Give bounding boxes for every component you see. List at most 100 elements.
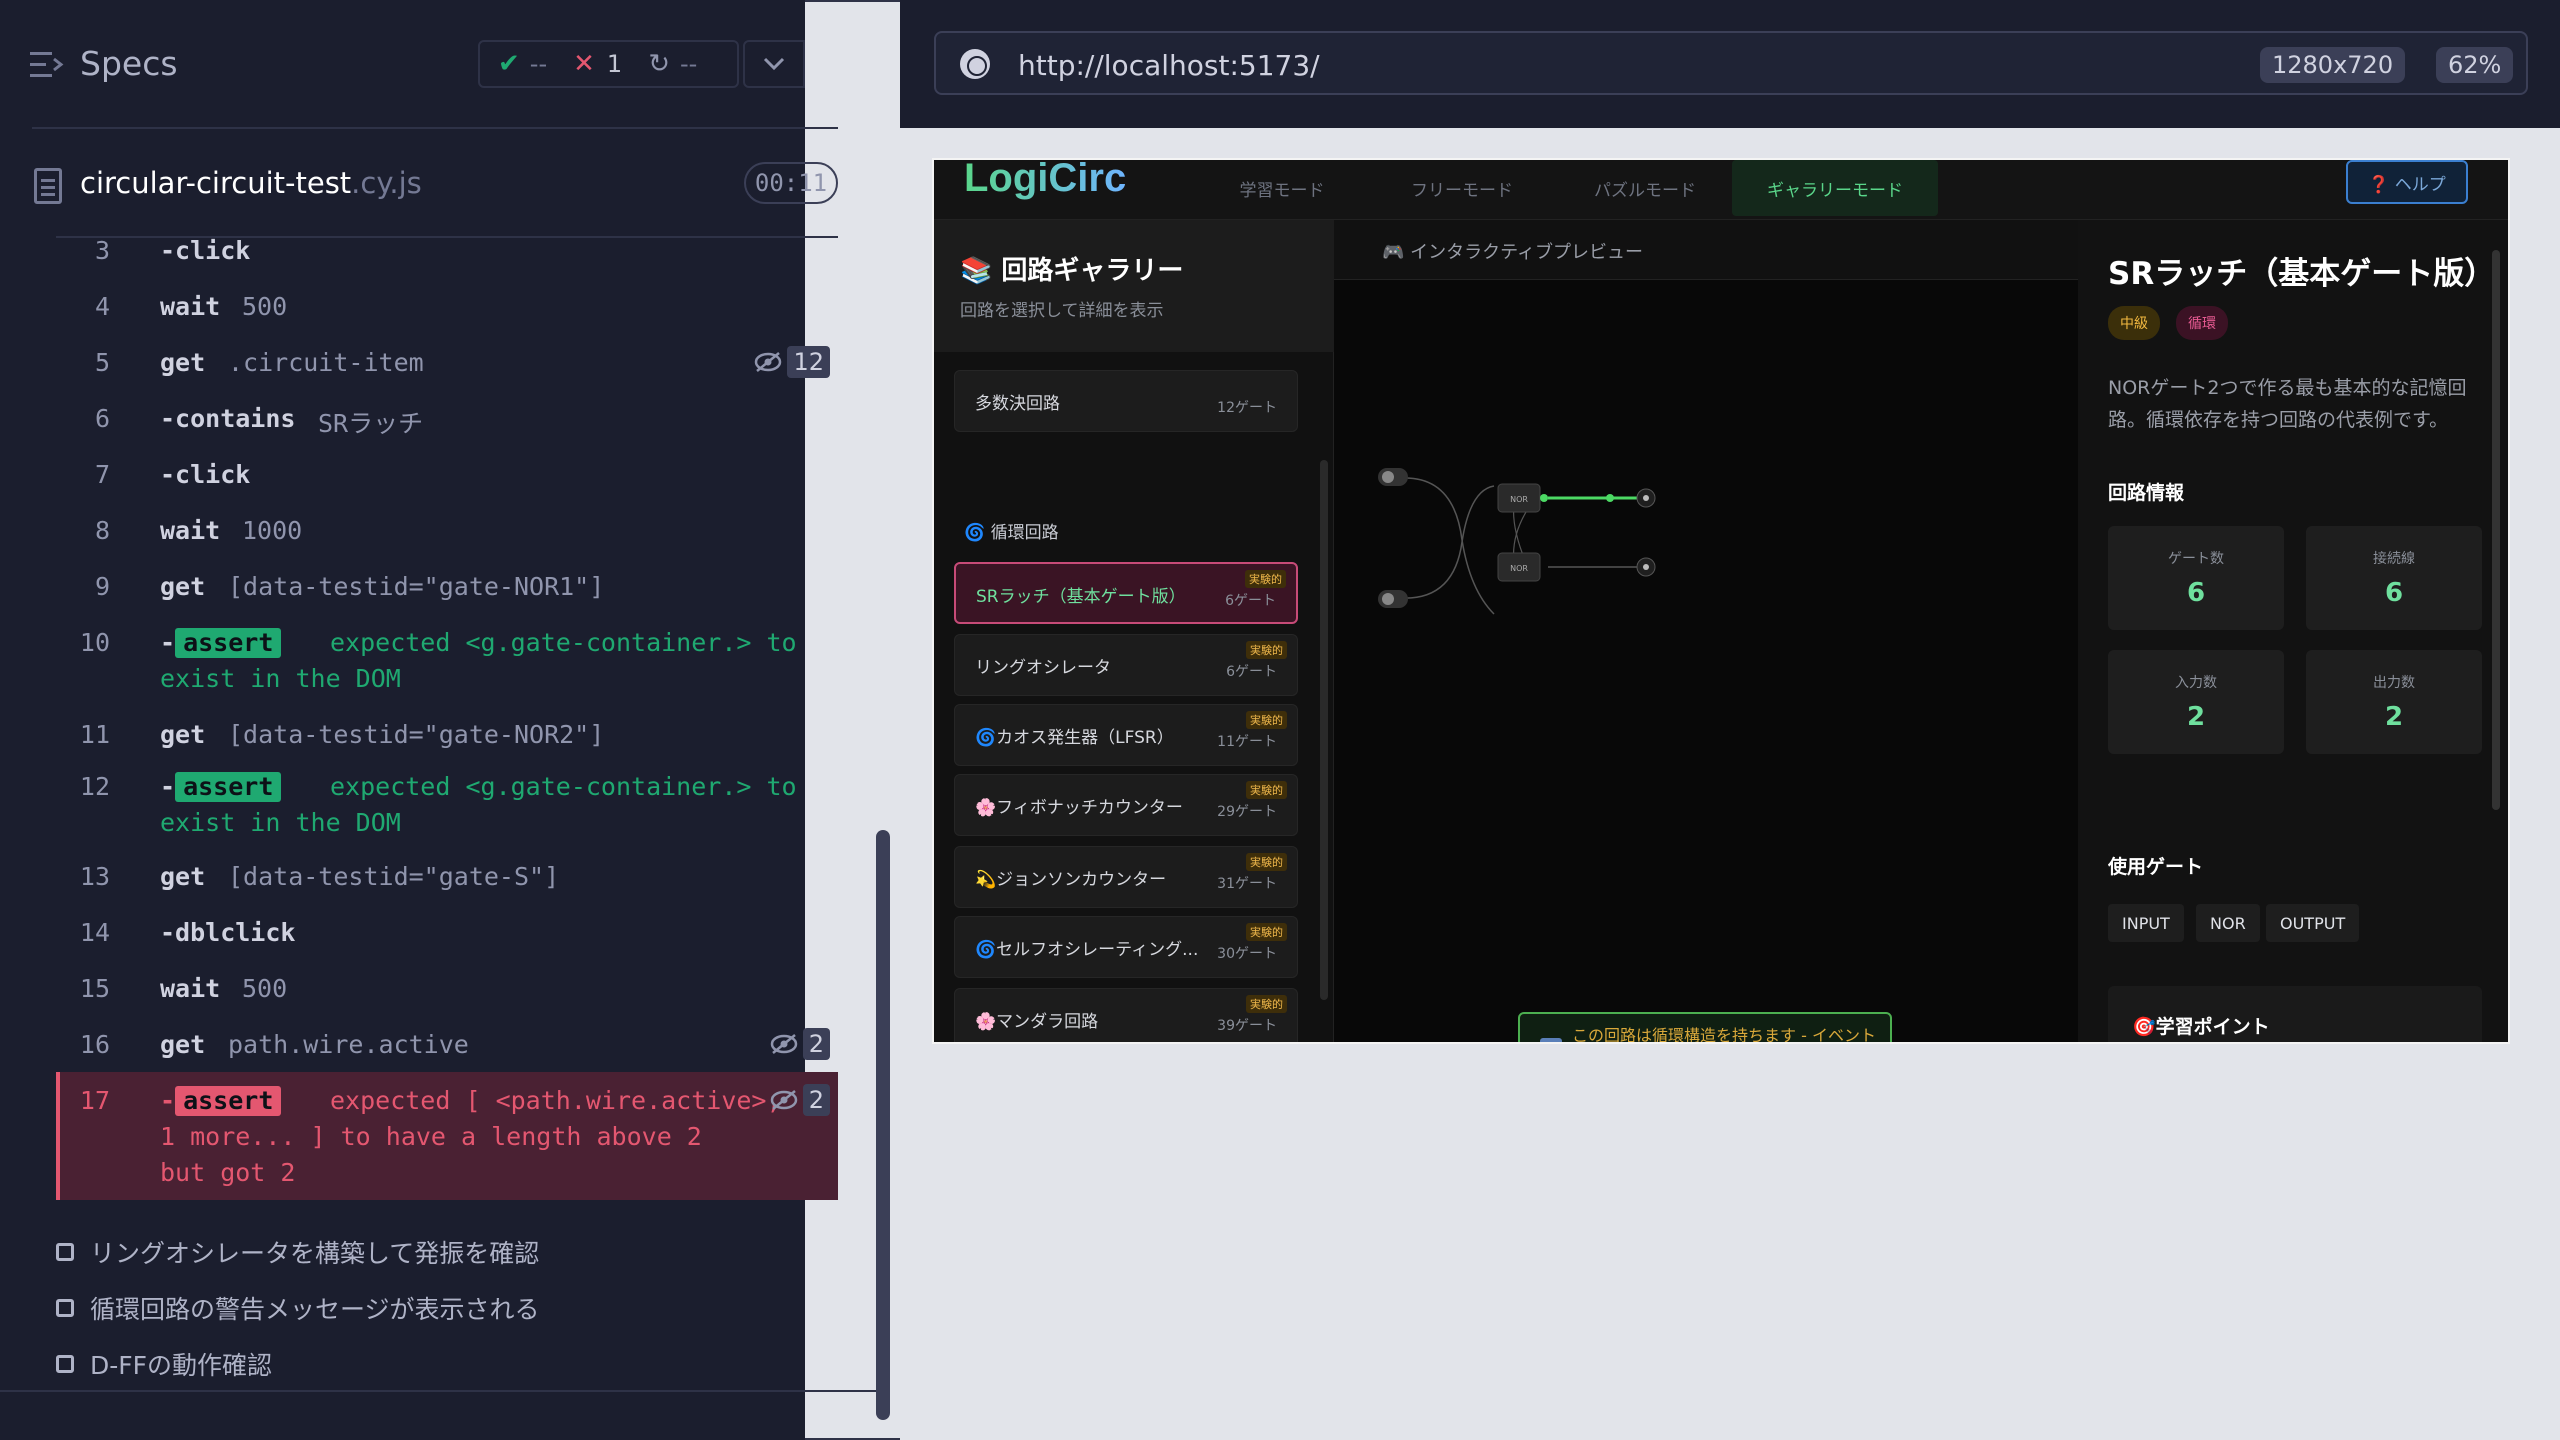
pending-checkbox-icon (56, 1299, 74, 1317)
spec-file-name: circular-circuit-test.cy.js (80, 166, 422, 200)
learning-points-card[interactable]: 🎯学習ポイント (2108, 986, 2482, 1042)
zoom-badge[interactable]: 62% (2436, 47, 2514, 83)
eye-off-icon (770, 1034, 797, 1054)
check-icon: ✔ (498, 49, 520, 79)
circuit-item[interactable]: 実験的 🌀セルフオシレーティング... 30ゲート (954, 916, 1298, 978)
output-lamp-qbar (1636, 557, 1656, 577)
input-toggle-r[interactable] (1378, 590, 1408, 608)
detail-scrollbar[interactable] (2492, 250, 2500, 810)
stat-card-wires: 接続線 6 (2306, 526, 2482, 630)
file-icon (34, 168, 62, 204)
gate-chip: NOR (2196, 904, 2260, 942)
specs-title[interactable]: Specs (80, 44, 178, 83)
tab-learning[interactable]: 学習モード (1212, 160, 1352, 216)
pending-checkbox-icon (56, 1355, 74, 1373)
level-badge: 中級 (2108, 306, 2160, 340)
spec-file-header[interactable]: circular-circuit-test.cy.js 00:11 (0, 150, 880, 238)
url-bar-area: http://localhost:5173/ 1280x720 62% (900, 0, 2560, 128)
loop-notice: ℹ この回路は循環構造を持ちます - イベント駆動シミュレーションで動作中 (1518, 1012, 1892, 1044)
pending-test[interactable]: D-FFの動作確認 (56, 1346, 836, 1382)
interactive-preview: 🎮 インタラクティブプレビュー NOR NOR この回路は循環構造を持ちます -… (1334, 220, 2078, 1044)
passed-stat: ✔ -- (498, 49, 548, 79)
wire (1401, 477, 1495, 615)
tab-free[interactable]: フリーモード (1392, 160, 1532, 216)
gallery-section-title: 🌀 循環回路 (964, 523, 1059, 543)
gallery-scrollbar[interactable] (1320, 460, 1328, 1000)
tab-gallery[interactable]: ギャラリーモード (1732, 160, 1938, 216)
info-heading: 回路情報 (2108, 482, 2185, 504)
gate-chip: OUTPUT (2266, 904, 2360, 942)
experimental-tag: 実験的 (1246, 711, 1287, 729)
aut-panel: http://localhost:5173/ 1280x720 62% Logi… (900, 0, 2560, 1440)
reporter-scrollbar[interactable] (876, 830, 890, 1420)
circuit-detail-panel: SRラッチ（基本ゲート版） 中級 循環 NORゲート2つで作る最も基本的な記憶回… (2078, 220, 2508, 1042)
experimental-tag: 実験的 (1246, 853, 1287, 871)
circuit-item[interactable]: 多数決回路 12ゲート (954, 370, 1298, 432)
gallery-sidebar: 📚 回路ギャラリー 回路を選択して詳細を表示 多数決回路 12ゲート 🌀 循環回… (934, 220, 1334, 1042)
category-badge: 循環 (2176, 306, 2228, 340)
reporter-header: Specs ✔ -- ✕ 1 ↻ -- (0, 0, 2465, 1440)
circuit-title: SRラッチ（基本ゲート版） (2108, 256, 2496, 292)
nor-gate-1[interactable]: NOR (1497, 483, 1541, 513)
divider (32, 127, 838, 129)
stat-card-outputs: 出力数 2 (2306, 650, 2482, 754)
circuit-item[interactable]: 実験的 🌸マンダラ回路 39ゲート (954, 988, 1298, 1042)
pending-checkbox-icon (56, 1243, 74, 1261)
wire (1401, 485, 1495, 599)
app-logo: LogiCirc (964, 158, 1127, 200)
eye-off-icon (755, 352, 782, 372)
eye-off-icon (770, 1090, 797, 1110)
gallery-title: 📚 回路ギャラリー (960, 256, 1184, 286)
gates-heading: 使用ゲート (2108, 856, 2204, 878)
input-toggle-s[interactable] (1378, 468, 1408, 486)
experimental-tag: 実験的 (1246, 641, 1287, 659)
spec-timer: 00:11 (744, 162, 838, 204)
notice-text: この回路は循環構造を持ちます - イベント駆動シミュレーションで動作中 (1572, 1026, 1876, 1044)
pending-icon: ↻ (648, 49, 670, 79)
gallery-header: 📚 回路ギャラリー 回路を選択して詳細を表示 (934, 220, 1334, 352)
pending-stat: ↻ -- (648, 49, 698, 79)
divider (0, 1390, 880, 1392)
chevron-down-icon (763, 57, 785, 71)
help-button[interactable]: ❓ ヘルプ (2346, 160, 2468, 204)
failed-stat: ✕ 1 (573, 49, 623, 79)
circuit-item[interactable]: 実験的 💫ジョンソンカウンター 31ゲート (954, 846, 1298, 908)
preview-header: 🎮 インタラクティブプレビュー (1334, 220, 2078, 280)
tab-puzzle[interactable]: パズルモード (1570, 160, 1720, 216)
app-navbar: LogiCirc 学習モード フリーモード パズルモード ギャラリーモード ❓ … (934, 158, 2508, 220)
x-icon: ✕ (573, 49, 595, 79)
active-pin (1606, 494, 1614, 502)
svg-text:NOR: NOR (1510, 495, 1528, 504)
pending-test[interactable]: 循環回路の警告メッセージが表示される (56, 1290, 836, 1326)
globe-icon (960, 49, 990, 79)
active-pin (1540, 494, 1548, 502)
learning-points-title: 🎯学習ポイント (2132, 1016, 2270, 1038)
circuit-item[interactable]: 実験的 リングオシレータ 6ゲート (954, 634, 1298, 696)
toggle-auto-scroll-button[interactable] (743, 40, 805, 88)
element-count: 12 (753, 346, 830, 378)
experimental-tag: 実験的 (1246, 995, 1287, 1013)
circuit-item[interactable]: 実験的 🌀カオス発生器（LFSR） 11ゲート (954, 704, 1298, 766)
circuit-item-selected[interactable]: 実験的 SRラッチ（基本ゲート版） 6ゲート (954, 562, 1298, 624)
circuit-canvas[interactable]: NOR NOR (1334, 280, 2078, 980)
stat-card-inputs: 入力数 2 (2108, 650, 2284, 754)
circuit-item[interactable]: 実験的 🌸フィボナッチカウンター 29ゲート (954, 774, 1298, 836)
gallery-subtitle: 回路を選択して詳細を表示 (960, 301, 1164, 321)
element-count: 2 (769, 1084, 830, 1116)
experimental-tag: 実験的 (1246, 781, 1287, 799)
pending-test[interactable]: リングオシレータを構築して発振を確認 (56, 1234, 836, 1270)
nor-gate-2[interactable]: NOR (1497, 552, 1541, 582)
test-stats: ✔ -- ✕ 1 ↻ -- (478, 40, 739, 88)
experimental-tag: 実験的 (1245, 570, 1286, 588)
gate-chip: INPUT (2108, 904, 2184, 942)
preview-title: 🎮 インタラクティブプレビュー (1382, 242, 1644, 263)
svg-text:NOR: NOR (1510, 564, 1528, 573)
output-lamp-q (1636, 488, 1656, 508)
app-viewport: LogiCirc 学習モード フリーモード パズルモード ギャラリーモード ❓ … (932, 158, 2510, 1044)
url-bar[interactable]: http://localhost:5173/ 1280x720 62% (934, 31, 2528, 95)
info-icon: ℹ (1540, 1038, 1562, 1042)
stat-card-gates: ゲート数 6 (2108, 526, 2284, 630)
cypress-reporter: Specs ✔ -- ✕ 1 ↻ -- circular-circuit-tes… (0, 0, 2465, 1440)
specs-list-icon[interactable] (30, 50, 64, 80)
viewport-size-badge[interactable]: 1280x720 (2260, 47, 2406, 83)
